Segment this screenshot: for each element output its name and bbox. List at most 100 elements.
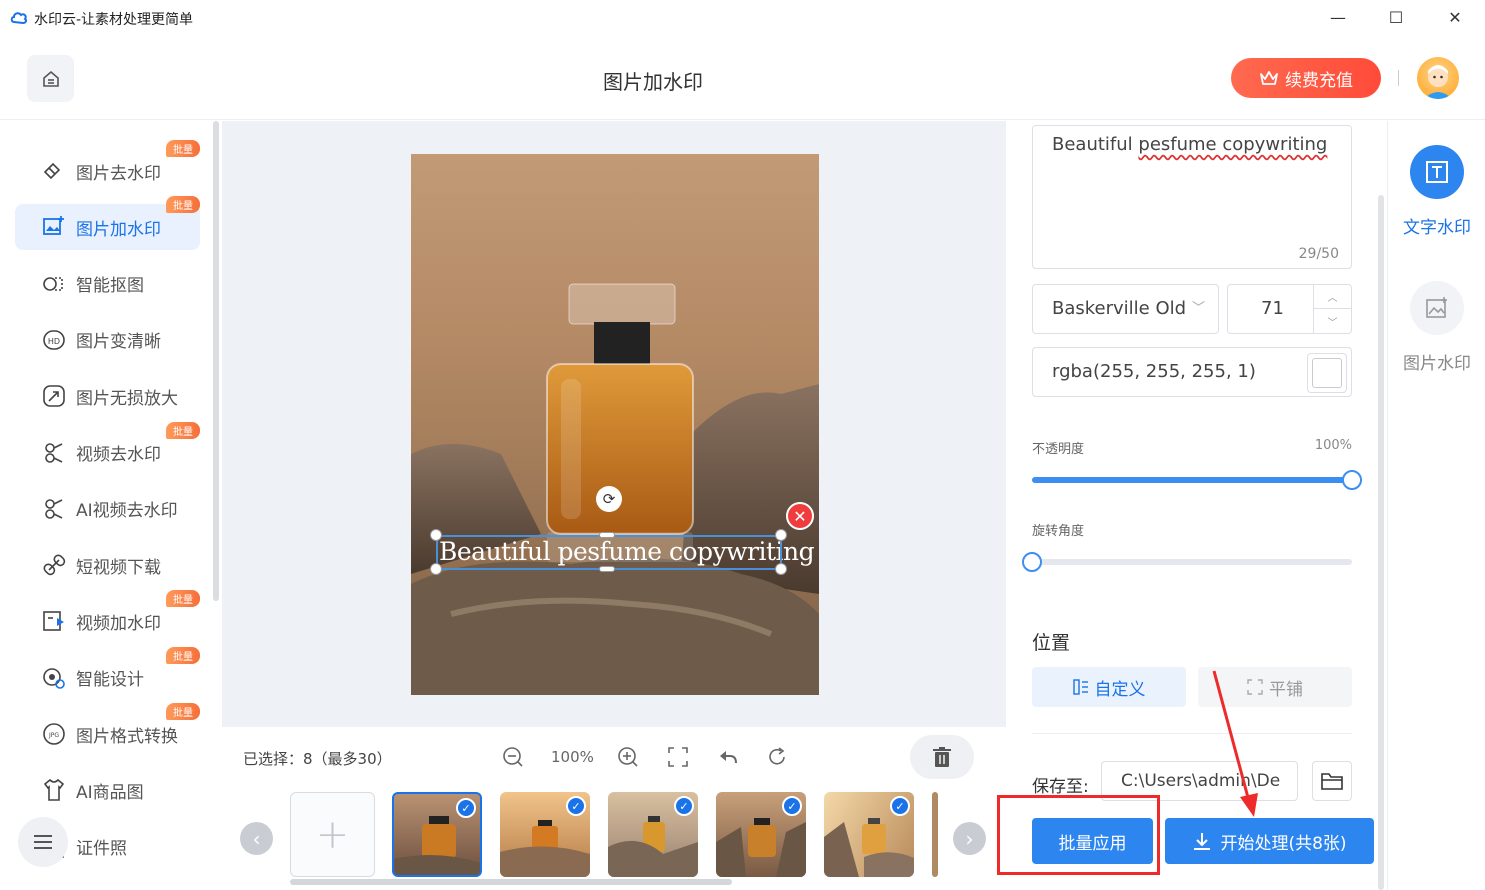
delete-watermark-icon[interactable]: ✕ — [786, 502, 814, 530]
watermark-text-input[interactable]: Beautiful pesfume copywriting 29/50 — [1032, 125, 1352, 269]
sidebar-item-label: 智能抠图 — [76, 276, 144, 297]
sidebar-item-label: 图片加水印 — [76, 219, 161, 240]
sidebar-item[interactable]: 图片去水印 批量 — [15, 140, 200, 194]
rotate-handle-icon[interactable]: ⟳ — [596, 486, 622, 512]
resize-handle-top[interactable] — [599, 532, 615, 538]
thumbnail[interactable]: ✓ — [392, 792, 482, 877]
color-swatch[interactable] — [1307, 353, 1347, 393]
check-icon: ✓ — [782, 796, 802, 816]
sidebar-item[interactable]: AI商品图 — [15, 767, 200, 813]
add-image-button[interactable]: + — [290, 792, 375, 877]
save-to-label: 保存至: — [1032, 777, 1089, 797]
sidebar-item[interactable]: 智能设计 批量 — [15, 646, 200, 701]
opacity-slider-knob[interactable] — [1342, 470, 1362, 490]
thumb-prev-icon[interactable]: ‹ — [240, 822, 273, 855]
menu-icon — [34, 835, 52, 849]
close-button[interactable]: ✕ — [1440, 6, 1470, 30]
avatar-face-icon — [1424, 65, 1452, 99]
sidebar-item-label: 图片无损放大 — [76, 388, 178, 409]
minimize-button[interactable]: — — [1323, 6, 1353, 30]
sidebar-item[interactable]: 图片无损放大 — [15, 373, 200, 419]
resize-handle-bottom[interactable] — [599, 566, 615, 572]
tab-image-watermark[interactable]: 图片水印 — [1388, 281, 1485, 374]
char-count: 29/50 — [1298, 246, 1339, 262]
zoom-in-icon[interactable] — [615, 744, 641, 770]
text-value-b: pesfume copywriting — [1138, 134, 1328, 155]
sidebar-item[interactable]: 智能抠图 — [15, 261, 200, 307]
opacity-slider[interactable] — [1032, 470, 1362, 490]
folder-icon — [1321, 773, 1343, 790]
batch-badge: 批量 — [166, 421, 200, 439]
zoom-level: 100% — [551, 748, 594, 766]
maximize-button[interactable]: ☐ — [1381, 6, 1411, 30]
fit-screen-icon[interactable] — [665, 744, 691, 770]
font-select[interactable]: Baskerville Old ﹀ — [1032, 284, 1219, 334]
sidebar-item[interactable]: JPG 图片格式转换 批量 — [15, 703, 200, 757]
sidebar-item[interactable]: 图片加水印 批量 — [15, 196, 200, 251]
annotation-highlight-box — [997, 795, 1160, 875]
thumbnail-partial[interactable] — [932, 792, 938, 877]
color-input[interactable]: rgba(255, 255, 255, 1) — [1032, 347, 1352, 397]
font-size-stepper[interactable]: 71 ︿ ﹀ — [1227, 284, 1352, 334]
reset-icon[interactable] — [764, 744, 790, 770]
thumbnail[interactable]: ✓ — [824, 792, 914, 877]
svg-text:HD: HD — [48, 337, 60, 346]
opacity-value: 100% — [1314, 438, 1352, 453]
resize-handle-tr[interactable] — [775, 529, 787, 541]
sidebar-item[interactable]: 视频去水印 批量 — [15, 421, 200, 476]
image-add-icon — [1426, 297, 1447, 318]
vip-recharge-button[interactable]: 续费充值 — [1231, 58, 1381, 98]
menu-button[interactable] — [18, 817, 68, 867]
thumbnail[interactable]: ✓ — [608, 792, 698, 877]
position-custom-label: 自定义 — [1094, 679, 1146, 700]
rotation-label: 旋转角度 — [1032, 524, 1085, 539]
browse-folder-button[interactable] — [1312, 761, 1352, 801]
thumb-next-icon[interactable]: › — [953, 822, 986, 855]
tab-image-watermark-label: 图片水印 — [1403, 354, 1471, 374]
chevron-down-icon[interactable]: ﹀ — [1314, 309, 1351, 333]
sidebar-scrollbar[interactable] — [213, 121, 219, 601]
sidebar-item[interactable]: AI视频去水印 — [15, 486, 200, 532]
batch-badge: 批量 — [166, 646, 200, 664]
perfume-photo-illustration — [411, 283, 819, 695]
rotation-slider[interactable] — [1022, 552, 1352, 572]
chevron-down-icon: ﹀ — [1191, 301, 1205, 316]
panel-scrollbar[interactable] — [1378, 195, 1384, 890]
resize-handle-br[interactable] — [775, 563, 787, 575]
eraser-icon — [41, 158, 67, 184]
sidebar-item[interactable]: 短视频下载 — [15, 542, 200, 588]
sidebar-item-label: 视频去水印 — [76, 445, 161, 465]
rotation-slider-knob[interactable] — [1022, 552, 1042, 572]
cloud-logo-icon — [10, 12, 28, 25]
batch-badge: 批量 — [166, 196, 200, 214]
delete-image-button[interactable] — [910, 735, 974, 779]
hd-icon: HD — [41, 327, 67, 353]
tab-text-watermark[interactable]: 文字水印 — [1388, 145, 1485, 238]
tshirt-icon — [41, 777, 67, 803]
resize-handle-tl[interactable] — [430, 529, 442, 541]
position-custom-button[interactable]: 自定义 — [1032, 667, 1186, 707]
design-icon — [41, 665, 67, 691]
custom-layout-icon — [1072, 679, 1088, 695]
avatar[interactable] — [1417, 57, 1459, 99]
sidebar-item-label: 图片去水印 — [76, 163, 161, 184]
chevron-up-icon[interactable]: ︿ — [1314, 285, 1351, 309]
video-watermark-icon — [41, 608, 67, 634]
thumbnail-scrollbar[interactable] — [290, 879, 732, 885]
text-box-icon — [1426, 161, 1448, 183]
check-icon: ✓ — [890, 796, 910, 816]
font-value: Baskerville Old — [1052, 298, 1187, 319]
batch-badge: 批量 — [166, 140, 200, 157]
thumbnail[interactable]: ✓ — [500, 792, 590, 877]
watermark-selection-box[interactable] — [436, 535, 782, 570]
resize-handle-bl[interactable] — [430, 563, 442, 575]
sidebar-item[interactable]: HD 图片变清晰 — [15, 317, 200, 363]
cutout-icon — [41, 271, 67, 297]
undo-icon[interactable] — [715, 744, 741, 770]
ai-video-icon — [41, 496, 67, 522]
thumbnail[interactable]: ✓ — [716, 792, 806, 877]
zoom-out-icon[interactable] — [500, 744, 526, 770]
sidebar-item-label: 短视频下载 — [76, 557, 161, 578]
sidebar-item-label: 图片格式转换 — [76, 726, 178, 747]
sidebar-item[interactable]: 视频加水印 批量 — [15, 590, 200, 644]
